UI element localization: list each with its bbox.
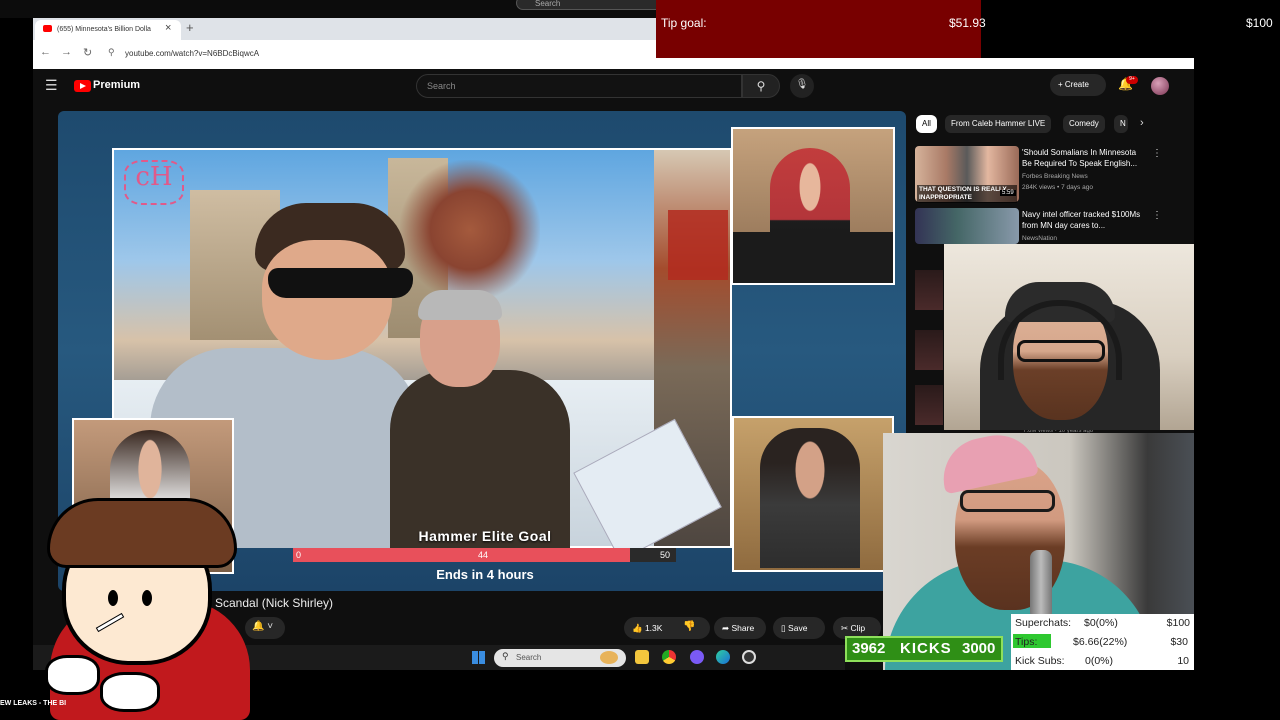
more-vert-icon[interactable]: ⋮ bbox=[1152, 148, 1162, 159]
discord-icon[interactable] bbox=[690, 650, 704, 664]
obs-icon[interactable] bbox=[742, 650, 756, 664]
superchats-value: $0(0%) bbox=[1084, 617, 1118, 629]
search-input[interactable]: Search bbox=[416, 74, 742, 98]
video-person2-hair bbox=[418, 290, 502, 320]
youtube-logo-icon[interactable] bbox=[74, 80, 91, 92]
youtube-favicon-icon bbox=[43, 25, 52, 32]
rec-channel[interactable]: NewsNation bbox=[1022, 235, 1057, 242]
video-person-sunglasses bbox=[268, 268, 413, 298]
avatar[interactable] bbox=[1151, 77, 1169, 95]
subscribe-bell-button[interactable]: 🔔 ˅ bbox=[245, 617, 285, 639]
mascot-hair bbox=[47, 498, 237, 568]
mascot-hand bbox=[100, 672, 160, 712]
news-ticker: EW LEAKS - THE BI bbox=[0, 700, 67, 707]
search-highlight-icon bbox=[600, 651, 618, 664]
ch-live-logo: cH bbox=[124, 160, 184, 205]
cam-person bbox=[760, 428, 860, 568]
like-count: 1.3K bbox=[644, 623, 663, 633]
tip-goal-current: $51.93 bbox=[949, 16, 986, 30]
goal-progress-fill bbox=[293, 548, 631, 562]
site-info-icon[interactable]: ⚲ bbox=[108, 47, 115, 58]
rec-views: 284K views • 7 days ago bbox=[1022, 184, 1093, 191]
file-explorer-icon[interactable] bbox=[635, 650, 649, 664]
kick-subs-label: Kick Subs: bbox=[1015, 655, 1065, 667]
search-icon: ⚲ bbox=[502, 651, 509, 661]
tips-label: Tips: bbox=[1015, 636, 1038, 648]
video-person-face bbox=[262, 240, 392, 360]
kick-subs-max: 10 bbox=[1177, 655, 1189, 667]
create-button[interactable]: + Create bbox=[1050, 74, 1106, 96]
goal-end-value: 50 bbox=[660, 550, 671, 560]
share-label: Share bbox=[731, 623, 755, 633]
goal-ends-text: Ends in 4 hours bbox=[436, 567, 534, 582]
kicks-current: 3962 bbox=[852, 640, 886, 657]
url-field[interactable]: youtube.com/watch?v=N6BDcBiqwcA bbox=[125, 49, 259, 58]
clip-label: Clip bbox=[850, 623, 866, 633]
share-button[interactable]: ➦ Share bbox=[714, 617, 766, 639]
kicks-label: KICKS bbox=[900, 640, 952, 657]
video-person2-coat bbox=[390, 370, 570, 548]
kicks-goal: 3000 bbox=[962, 640, 996, 657]
superchats-max: $100 bbox=[1166, 617, 1190, 629]
goal-title: Hammer Elite Goal bbox=[418, 528, 552, 544]
omnibox[interactable]: Search bbox=[516, 0, 666, 10]
chevron-right-icon[interactable]: › bbox=[1140, 117, 1144, 129]
goal-start-value: 0 bbox=[296, 550, 302, 560]
kick-subs-value: 0(0%) bbox=[1085, 655, 1114, 667]
rec-title[interactable]: 'Should Somalians In Minnesota Be Requir… bbox=[1022, 147, 1147, 169]
chip-all[interactable]: All bbox=[916, 115, 937, 133]
tip-goal-label: Tip goal: bbox=[661, 16, 707, 30]
tips-value: $6.66(22%) bbox=[1073, 636, 1128, 648]
close-tab-icon[interactable]: × bbox=[165, 22, 171, 34]
more-vert-icon[interactable]: ⋮ bbox=[1152, 210, 1162, 221]
rec-thumbnail[interactable] bbox=[915, 330, 943, 370]
mascot-hand bbox=[45, 655, 100, 695]
chip-from-caleb-hammer[interactable]: From Caleb Hammer LIVE bbox=[945, 115, 1052, 133]
back-icon[interactable]: ← bbox=[40, 46, 51, 58]
mascot-eye bbox=[108, 590, 118, 606]
rec-duration: 5:59 bbox=[1000, 190, 1016, 196]
dislike-icon[interactable]: 👎 bbox=[683, 621, 695, 632]
chrome-icon[interactable] bbox=[662, 650, 676, 664]
tips-max: $30 bbox=[1170, 636, 1188, 648]
save-button[interactable]: ▯ Save bbox=[773, 617, 825, 639]
rec-thumbnail[interactable] bbox=[915, 208, 1019, 244]
chip-more[interactable]: N bbox=[1114, 115, 1128, 133]
tip-goal-max: $100 bbox=[1246, 16, 1273, 30]
video-tree bbox=[400, 160, 540, 300]
webcam-glasses bbox=[960, 490, 1055, 512]
video-store-sign bbox=[668, 210, 728, 280]
reload-icon[interactable]: ↻ bbox=[83, 46, 92, 59]
rec-thumbnail[interactable] bbox=[915, 385, 943, 425]
chip-comedy[interactable]: Comedy bbox=[1063, 115, 1105, 133]
microphone-icon bbox=[1030, 550, 1052, 620]
rec-title[interactable]: Navy intel officer tracked $100Ms from M… bbox=[1022, 209, 1147, 231]
hamburger-menu-icon[interactable]: ☰ bbox=[45, 77, 58, 94]
new-tab-icon[interactable]: + bbox=[186, 20, 194, 35]
superchats-label: Superchats: bbox=[1015, 617, 1072, 629]
cam-desk bbox=[733, 232, 893, 283]
video-title: d Scandal (Nick Shirley) bbox=[205, 596, 334, 610]
youtube-brand[interactable]: Premium bbox=[93, 79, 140, 91]
windows-start-icon[interactable] bbox=[472, 651, 485, 664]
rec-thumbnail[interactable] bbox=[915, 270, 943, 310]
microphone-icon[interactable]: 🎙 bbox=[790, 74, 814, 98]
mascot-eye bbox=[142, 590, 152, 606]
like-button[interactable]: 👍 1.3K bbox=[624, 617, 710, 639]
rec-channel[interactable]: Forbes Breaking News bbox=[1022, 173, 1088, 180]
browser-tab[interactable]: (655) Minnesota's Billion Dolla bbox=[35, 20, 181, 40]
forward-icon[interactable]: → bbox=[61, 46, 72, 58]
goal-current-value: 44 bbox=[478, 550, 489, 560]
search-icon[interactable]: ⚲ bbox=[742, 74, 780, 98]
save-label: Save bbox=[788, 623, 808, 633]
edge-icon[interactable] bbox=[716, 650, 730, 664]
notification-badge: 9+ bbox=[1126, 76, 1138, 84]
